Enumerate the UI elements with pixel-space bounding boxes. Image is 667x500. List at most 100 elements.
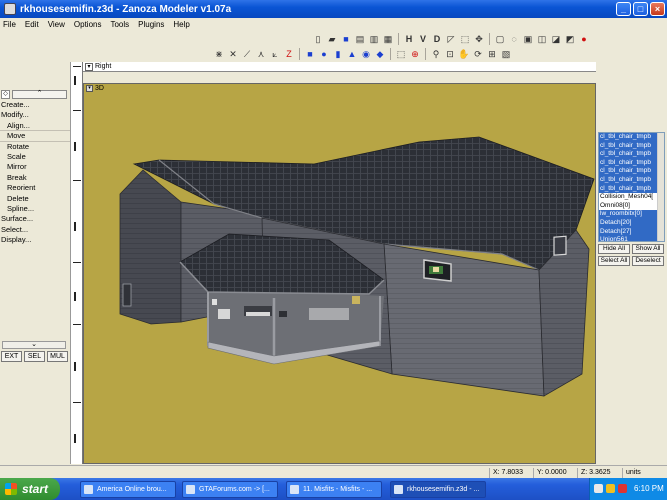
- zoom-box-icon[interactable]: ⊡: [444, 48, 456, 60]
- sel-button[interactable]: SEL: [24, 351, 45, 362]
- axis-alt-icon[interactable]: ✕: [227, 48, 239, 60]
- close-button[interactable]: ×: [650, 2, 665, 16]
- rotate-axis-icon[interactable]: ⟋: [241, 48, 253, 60]
- deselect-button[interactable]: Deselect: [632, 256, 664, 266]
- view-d-button[interactable]: D: [431, 33, 443, 45]
- select-circle-icon[interactable]: ◌: [508, 33, 520, 45]
- bend-icon[interactable]: ⋏: [255, 48, 267, 60]
- aol-icon[interactable]: [606, 484, 615, 493]
- menu-plugins[interactable]: Plugins: [138, 20, 164, 29]
- primitive-cylinder-icon[interactable]: ▮: [332, 48, 344, 60]
- mul-button[interactable]: MUL: [47, 351, 68, 362]
- menu-help[interactable]: Help: [173, 20, 189, 29]
- target-icon[interactable]: ⊕: [409, 48, 421, 60]
- object-list-item[interactable]: cl_tbl_chair_tmpb: [599, 175, 664, 185]
- collapse-panel-button[interactable]: ⌄: [2, 341, 66, 349]
- view-h-button[interactable]: H: [403, 33, 415, 45]
- marquee-icon[interactable]: ⬚: [395, 48, 407, 60]
- security-icon[interactable]: [618, 484, 627, 493]
- show-all-button[interactable]: Show All: [632, 244, 664, 254]
- triangle-icon[interactable]: ◸: [445, 33, 457, 45]
- menu-edit[interactable]: Edit: [25, 20, 39, 29]
- command-scale[interactable]: Scale: [0, 152, 70, 162]
- command-break[interactable]: Break: [0, 173, 70, 183]
- object-list-item[interactable]: lw_roombitx[0]: [599, 210, 664, 219]
- command-select[interactable]: Select...: [0, 225, 70, 235]
- object-list-item[interactable]: cl_tbl_chair_tmpb: [599, 141, 664, 151]
- move-icon[interactable]: ✥: [473, 33, 485, 45]
- primitive-cone-icon[interactable]: ▲: [346, 48, 358, 60]
- box-group-icon[interactable]: ◩: [564, 33, 576, 45]
- command-spline[interactable]: Spline...: [0, 204, 70, 214]
- right-viewport-header[interactable]: ▾ Right: [83, 62, 596, 72]
- menu-tools[interactable]: Tools: [110, 20, 129, 29]
- object-list-item[interactable]: cl_tbl_chair_tmpb: [599, 184, 664, 194]
- menu-view[interactable]: View: [48, 20, 65, 29]
- command-modify[interactable]: Modify...: [0, 110, 70, 120]
- select-box-icon[interactable]: ▢: [494, 33, 506, 45]
- expand-panel-button[interactable]: ⌃: [12, 90, 67, 99]
- command-surface[interactable]: Surface...: [0, 214, 70, 224]
- object-list-item[interactable]: Collision_Mesh04[: [599, 193, 664, 202]
- object-list-item[interactable]: Detach[27]: [599, 227, 664, 237]
- menu-file[interactable]: File: [3, 20, 16, 29]
- box-alt-icon[interactable]: ◪: [550, 33, 562, 45]
- object-list[interactable]: cl_tbl_chair_tmpb cl_tbl_chair_tmpb cl_tbl…: [598, 132, 665, 242]
- save-icon[interactable]: ■: [340, 33, 352, 45]
- scale-axis-icon[interactable]: ⟀: [269, 48, 281, 60]
- render-icon[interactable]: ●: [578, 33, 590, 45]
- view-v-button[interactable]: V: [417, 33, 429, 45]
- zoom-extents-icon[interactable]: ⊞: [486, 48, 498, 60]
- axis-icon[interactable]: ⋇: [213, 48, 225, 60]
- menu-options[interactable]: Options: [74, 20, 102, 29]
- hide-all-button[interactable]: Hide All: [598, 244, 630, 254]
- new-file-icon[interactable]: ▯: [312, 33, 324, 45]
- viewport-menu-icon[interactable]: ▾: [85, 62, 93, 71]
- primitive-torus-icon[interactable]: ◉: [360, 48, 372, 60]
- task-misfits[interactable]: 11. Misfits - Misfits - ...: [286, 481, 382, 498]
- start-button[interactable]: start: [0, 478, 60, 500]
- command-move[interactable]: Move: [0, 131, 70, 142]
- object-list-item[interactable]: cl_tbl_chair_tmpb: [599, 150, 664, 159]
- object-list-item[interactable]: cl_tbl_chair_tmpb: [599, 158, 664, 168]
- command-display[interactable]: Display...: [0, 235, 70, 245]
- cube-icon[interactable]: ⬚: [459, 33, 471, 45]
- maximize-button[interactable]: □: [633, 2, 648, 16]
- vertical-ruler[interactable]: [70, 62, 83, 464]
- box-icon[interactable]: ◫: [536, 33, 548, 45]
- open-folder-icon[interactable]: ▰: [326, 33, 338, 45]
- object-list-item[interactable]: Union561: [599, 236, 664, 241]
- task-gtaforums[interactable]: GTAForums.com -> [...: [182, 481, 278, 498]
- viewport-menu-icon[interactable]: ▾: [86, 85, 93, 92]
- object-list-item[interactable]: cl_tbl_chair_tmpb: [599, 167, 664, 176]
- command-mirror[interactable]: Mirror: [0, 162, 70, 172]
- import-icon[interactable]: ▤: [354, 33, 366, 45]
- print-icon[interactable]: ▦: [382, 33, 394, 45]
- task-zanoza[interactable]: rkhousesemifin.z3d - ...: [390, 481, 486, 498]
- object-list-item[interactable]: Omni08[0]: [599, 201, 664, 211]
- object-list-item[interactable]: Detach[20]: [599, 218, 664, 228]
- primitive-box-icon[interactable]: ■: [304, 48, 316, 60]
- command-reorient[interactable]: Reorient: [0, 183, 70, 193]
- ext-button[interactable]: EXT: [1, 351, 22, 362]
- task-aol[interactable]: America Online brou...: [80, 481, 176, 498]
- network-icon[interactable]: [594, 484, 603, 493]
- zoom-icon[interactable]: ⚲: [430, 48, 442, 60]
- minimize-button[interactable]: _: [616, 2, 631, 16]
- command-create[interactable]: Create...: [0, 100, 70, 110]
- command-delete[interactable]: Delete: [0, 194, 70, 204]
- fit-view-icon[interactable]: ▧: [500, 48, 512, 60]
- orbit-icon[interactable]: ⟳: [472, 48, 484, 60]
- object-list-item[interactable]: cl_tbl_chair_tmpb: [599, 133, 664, 142]
- pan-hand-icon[interactable]: ✋: [458, 48, 470, 60]
- export-icon[interactable]: ▥: [368, 33, 380, 45]
- primitive-sphere-icon[interactable]: ●: [318, 48, 330, 60]
- perspective-viewport-header[interactable]: ▾ 3D: [86, 85, 104, 92]
- z-axis-button[interactable]: Z: [283, 48, 295, 60]
- perspective-viewport[interactable]: ▾ 3D: [83, 83, 596, 464]
- select-all-button[interactable]: Select All: [598, 256, 630, 266]
- command-rotate[interactable]: Rotate: [0, 142, 70, 152]
- primitive-group-icon[interactable]: ◆: [374, 48, 386, 60]
- select-object-icon[interactable]: ▣: [522, 33, 534, 45]
- panel-pin-icon[interactable]: ◇: [1, 90, 10, 99]
